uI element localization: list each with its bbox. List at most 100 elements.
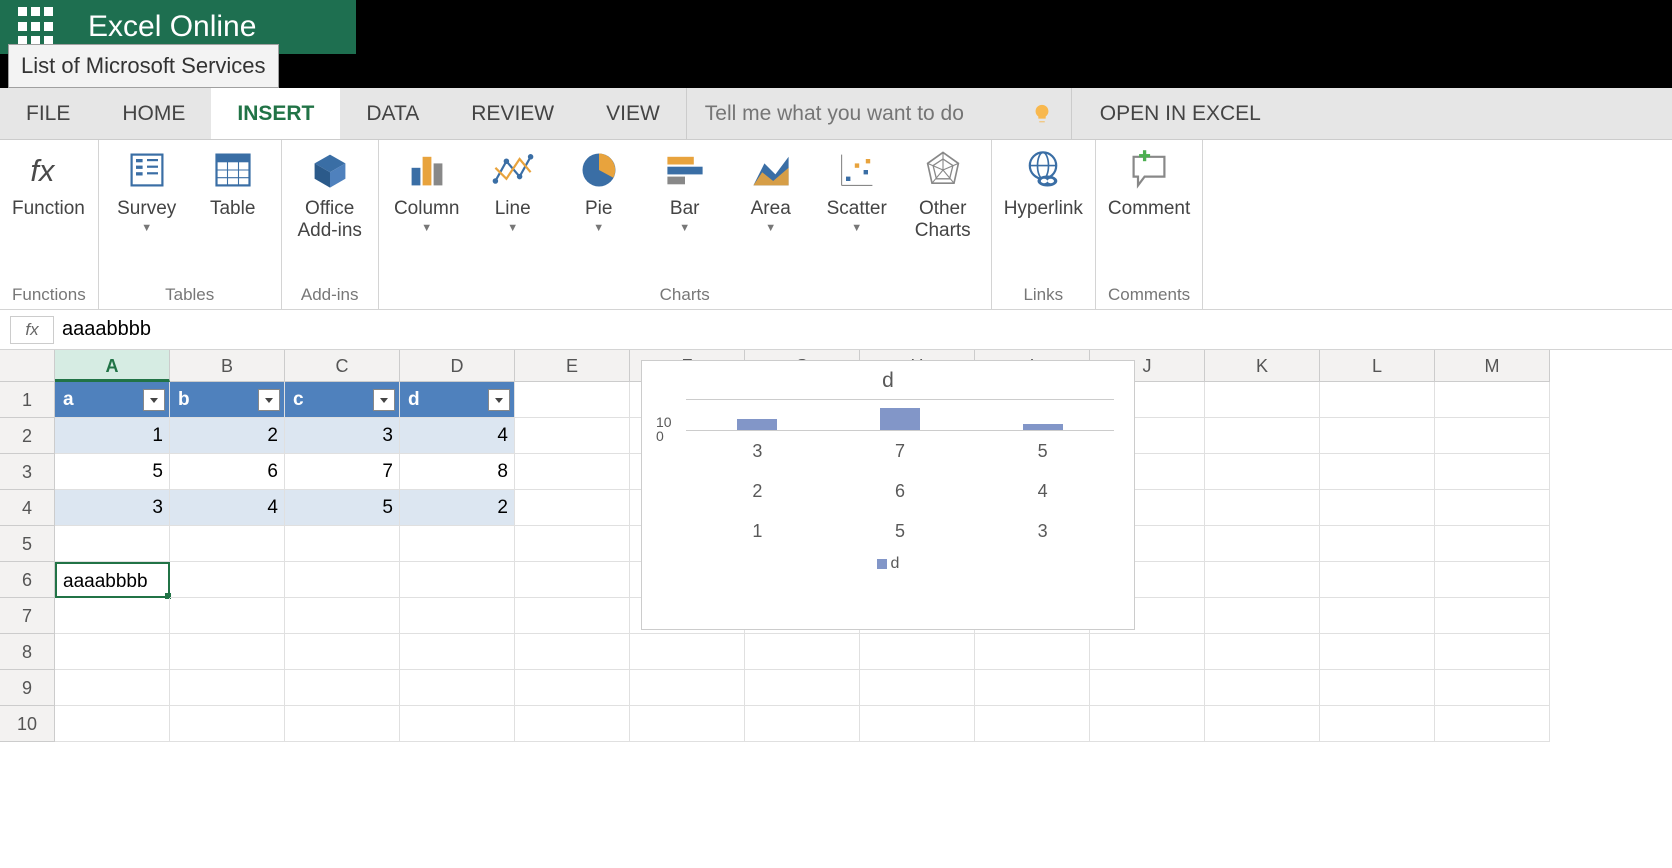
cell-E6[interactable] xyxy=(515,562,630,598)
cell-J8[interactable] xyxy=(1090,634,1205,670)
cell-M2[interactable] xyxy=(1435,418,1550,454)
cell-M8[interactable] xyxy=(1435,634,1550,670)
cell-D1[interactable]: d xyxy=(400,382,515,418)
cell-I9[interactable] xyxy=(975,670,1090,706)
cell-D6[interactable] xyxy=(400,562,515,598)
cell-G8[interactable] xyxy=(745,634,860,670)
column-header-B[interactable]: B xyxy=(170,350,285,382)
filter-button-b[interactable] xyxy=(258,389,280,411)
cell-B2[interactable]: 2 xyxy=(170,418,285,454)
cell-B9[interactable] xyxy=(170,670,285,706)
cell-L5[interactable] xyxy=(1320,526,1435,562)
filter-button-a[interactable] xyxy=(143,389,165,411)
cell-K5[interactable] xyxy=(1205,526,1320,562)
cell-A9[interactable] xyxy=(55,670,170,706)
cell-D10[interactable] xyxy=(400,706,515,742)
cell-L8[interactable] xyxy=(1320,634,1435,670)
tell-me-search[interactable] xyxy=(686,88,1071,139)
cell-E4[interactable] xyxy=(515,490,630,526)
cell-M3[interactable] xyxy=(1435,454,1550,490)
cell-B5[interactable] xyxy=(170,526,285,562)
column-header-E[interactable]: E xyxy=(515,350,630,382)
row-header-6[interactable]: 6 xyxy=(0,562,55,598)
cell-C5[interactable] xyxy=(285,526,400,562)
cell-F8[interactable] xyxy=(630,634,745,670)
cell-I8[interactable] xyxy=(975,634,1090,670)
cell-K3[interactable] xyxy=(1205,454,1320,490)
cell-K10[interactable] xyxy=(1205,706,1320,742)
cell-J10[interactable] xyxy=(1090,706,1205,742)
cell-C1[interactable]: c xyxy=(285,382,400,418)
cell-C8[interactable] xyxy=(285,634,400,670)
cell-M7[interactable] xyxy=(1435,598,1550,634)
cell-B6[interactable] xyxy=(170,562,285,598)
pie-chart-button[interactable]: Pie ▼ xyxy=(563,148,635,234)
cell-I10[interactable] xyxy=(975,706,1090,742)
other-charts-button[interactable]: Other Charts xyxy=(907,148,979,242)
cell-B1[interactable]: b xyxy=(170,382,285,418)
cell-C3[interactable]: 7 xyxy=(285,454,400,490)
column-header-L[interactable]: L xyxy=(1320,350,1435,382)
cell-K8[interactable] xyxy=(1205,634,1320,670)
cell-A1[interactable]: a xyxy=(55,382,170,418)
cell-G10[interactable] xyxy=(745,706,860,742)
formula-input[interactable] xyxy=(62,318,1662,341)
cell-C7[interactable] xyxy=(285,598,400,634)
open-in-excel-link[interactable]: OPEN IN EXCEL xyxy=(1071,88,1289,139)
column-header-C[interactable]: C xyxy=(285,350,400,382)
bar-chart-button[interactable]: Bar ▼ xyxy=(649,148,721,234)
cell-E5[interactable] xyxy=(515,526,630,562)
cell-L4[interactable] xyxy=(1320,490,1435,526)
cell-B3[interactable]: 6 xyxy=(170,454,285,490)
cell-E7[interactable] xyxy=(515,598,630,634)
row-header-5[interactable]: 5 xyxy=(0,526,55,562)
row-header-9[interactable]: 9 xyxy=(0,670,55,706)
cell-B10[interactable] xyxy=(170,706,285,742)
survey-button[interactable]: Survey ▼ xyxy=(111,148,183,234)
hyperlink-button[interactable]: Hyperlink xyxy=(1004,148,1083,220)
cell-E8[interactable] xyxy=(515,634,630,670)
cell-E3[interactable] xyxy=(515,454,630,490)
cell-H9[interactable] xyxy=(860,670,975,706)
tab-data[interactable]: DATA xyxy=(340,88,445,139)
cell-A5[interactable] xyxy=(55,526,170,562)
cell-K1[interactable] xyxy=(1205,382,1320,418)
cell-D9[interactable] xyxy=(400,670,515,706)
line-chart-button[interactable]: Line ▼ xyxy=(477,148,549,234)
cell-C6[interactable] xyxy=(285,562,400,598)
cell-C9[interactable] xyxy=(285,670,400,706)
row-header-8[interactable]: 8 xyxy=(0,634,55,670)
cell-D8[interactable] xyxy=(400,634,515,670)
column-chart-button[interactable]: Column ▼ xyxy=(391,148,463,234)
row-header-7[interactable]: 7 xyxy=(0,598,55,634)
row-header-4[interactable]: 4 xyxy=(0,490,55,526)
cell-A10[interactable] xyxy=(55,706,170,742)
cell-E9[interactable] xyxy=(515,670,630,706)
cell-K2[interactable] xyxy=(1205,418,1320,454)
cell-C2[interactable]: 3 xyxy=(285,418,400,454)
cell-L9[interactable] xyxy=(1320,670,1435,706)
search-input[interactable] xyxy=(705,102,1025,126)
cell-M6[interactable] xyxy=(1435,562,1550,598)
cell-C4[interactable]: 5 xyxy=(285,490,400,526)
row-header-1[interactable]: 1 xyxy=(0,382,55,418)
area-chart-button[interactable]: Area ▼ xyxy=(735,148,807,234)
cell-A7[interactable] xyxy=(55,598,170,634)
app-launcher-icon[interactable] xyxy=(18,7,58,47)
cell-E2[interactable] xyxy=(515,418,630,454)
column-header-M[interactable]: M xyxy=(1435,350,1550,382)
cell-L3[interactable] xyxy=(1320,454,1435,490)
cell-A3[interactable]: 5 xyxy=(55,454,170,490)
cell-L7[interactable] xyxy=(1320,598,1435,634)
scatter-chart-button[interactable]: Scatter ▼ xyxy=(821,148,893,234)
cell-L6[interactable] xyxy=(1320,562,1435,598)
cell-M4[interactable] xyxy=(1435,490,1550,526)
cell-D2[interactable]: 4 xyxy=(400,418,515,454)
cell-F9[interactable] xyxy=(630,670,745,706)
cell-M10[interactable] xyxy=(1435,706,1550,742)
row-header-2[interactable]: 2 xyxy=(0,418,55,454)
cell-K6[interactable] xyxy=(1205,562,1320,598)
cell-G9[interactable] xyxy=(745,670,860,706)
comment-button[interactable]: Comment xyxy=(1108,148,1190,220)
cell-B8[interactable] xyxy=(170,634,285,670)
